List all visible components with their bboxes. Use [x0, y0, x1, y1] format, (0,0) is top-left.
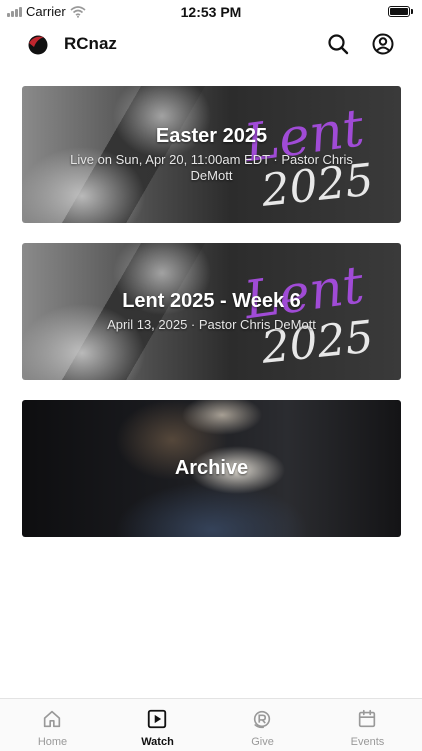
tab-label: Watch [141, 736, 174, 748]
card-text: Easter 2025 Live on Sun, Apr 20, 11:00am… [22, 86, 401, 223]
user-circle-icon[interactable] [371, 32, 395, 56]
tab-bar: Home Watch Give Events [0, 698, 422, 751]
card-subtitle: April 13, 2025 · Pastor Chris DeMott [107, 317, 316, 332]
calendar-icon [358, 709, 376, 728]
tab-events[interactable]: Events [315, 699, 420, 751]
card-text: Archive [22, 400, 401, 537]
status-bar: Carrier 12:53 PM [0, 0, 422, 24]
card-title: Easter 2025 [155, 125, 268, 147]
tab-label: Events [350, 736, 385, 748]
home-icon [43, 710, 61, 728]
status-time: 12:53 PM [180, 4, 242, 20]
sermon-card-lent-week6[interactable]: Lent 2025 Lent 2025 - Week 6 April 13, 2… [22, 243, 401, 380]
card-subtitle: Live on Sun, Apr 20, 11:00am EDT · Pasto… [70, 152, 353, 183]
tab-label: Home [37, 736, 68, 748]
battery-icon [388, 6, 413, 17]
card-title: Archive [174, 457, 249, 479]
card-text: Lent 2025 - Week 6 April 13, 2025 · Past… [22, 243, 401, 380]
tab-watch[interactable]: Watch [105, 699, 210, 751]
tab-home[interactable]: Home [0, 699, 105, 751]
card-title: Lent 2025 - Week 6 [122, 290, 301, 312]
app-header: RCnaz [0, 26, 422, 60]
tab-label: Give [251, 736, 274, 748]
play-icon [147, 709, 167, 729]
app-title: RCnaz [64, 34, 117, 53]
rcnaz-logo [28, 35, 48, 55]
give-icon [253, 710, 271, 729]
archive-card[interactable]: Archive [22, 400, 401, 537]
sermon-card-easter[interactable]: Lent 2025 Easter 2025 Live on Sun, Apr 2… [22, 86, 401, 223]
search-icon[interactable] [326, 32, 350, 56]
tab-give[interactable]: Give [210, 699, 315, 751]
